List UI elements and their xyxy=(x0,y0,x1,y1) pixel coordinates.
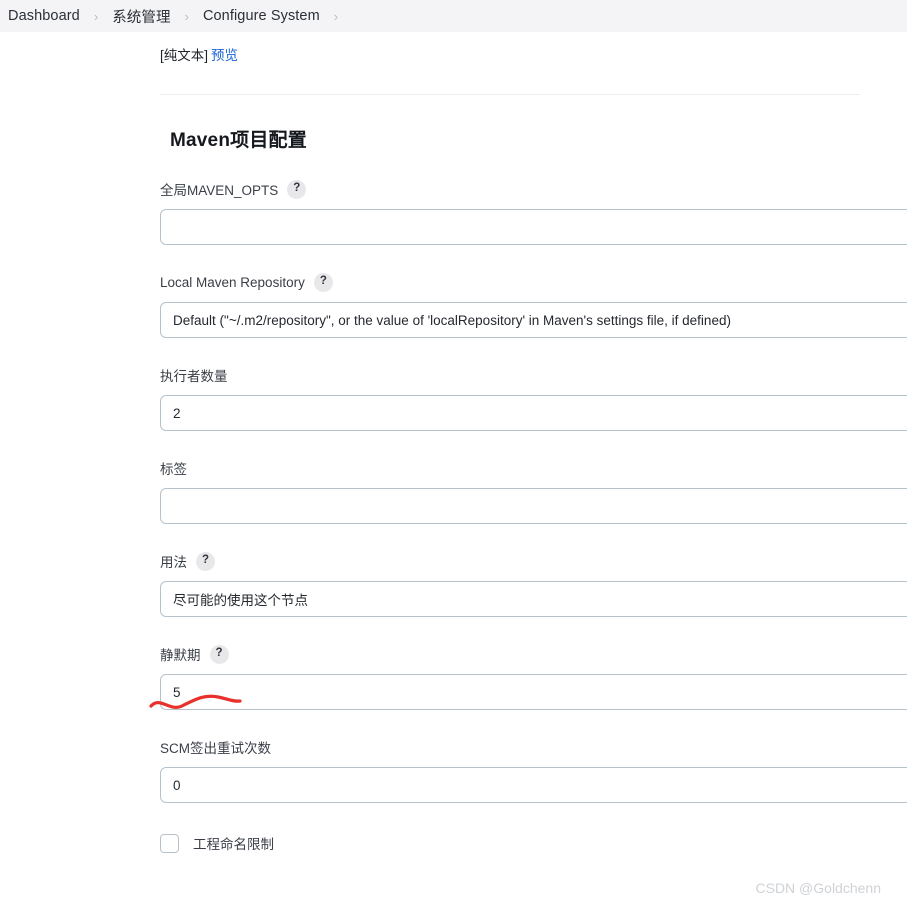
field-label: 全局MAVEN_OPTS ? xyxy=(160,179,907,199)
help-icon[interactable]: ? xyxy=(287,179,307,199)
input-value: 5 xyxy=(173,684,181,700)
breadcrumb-item-system-management[interactable]: 系统管理 xyxy=(112,6,170,27)
field-labels: 标签 xyxy=(160,459,907,524)
plaintext-label: [纯文本] xyxy=(160,48,209,63)
project-naming-strategy-row[interactable]: 工程命名限制 xyxy=(160,833,907,853)
field-label: 执行者数量 xyxy=(160,366,907,384)
chevron-right-icon: › xyxy=(333,8,339,24)
field-usage: 用法 ? 尽可能的使用这个节点 xyxy=(160,551,907,617)
help-icon[interactable]: ? xyxy=(209,644,229,664)
watermark: CSDN @Goldchenn xyxy=(755,880,882,896)
field-label: SCM签出重试次数 xyxy=(160,738,907,756)
field-label-text: 静默期 xyxy=(160,648,201,663)
field-label: 静默期 ? xyxy=(160,644,907,664)
quiet-period-input[interactable]: 5 xyxy=(160,674,907,710)
chevron-right-icon: › xyxy=(93,8,99,24)
breadcrumb-item-configure-system[interactable]: Configure System xyxy=(203,8,320,24)
page-title: Maven项目配置 xyxy=(170,130,307,151)
input-value: 0 xyxy=(173,777,181,793)
field-label: 用法 ? xyxy=(160,551,907,571)
local-maven-repository-select[interactable]: Default ("~/.m2/repository", or the valu… xyxy=(160,302,907,338)
plaintext-preview-row: [纯文本] 预览 xyxy=(160,32,907,64)
help-icon[interactable]: ? xyxy=(196,551,215,571)
usage-select[interactable]: 尽可能的使用这个节点 xyxy=(160,581,907,617)
help-icon[interactable]: ? xyxy=(313,272,333,292)
input-value: 2 xyxy=(173,405,181,421)
field-label-text: 全局MAVEN_OPTS xyxy=(160,183,279,198)
executor-count-input[interactable]: 2 xyxy=(160,395,907,431)
field-label: Local Maven Repository ? xyxy=(160,272,907,292)
field-label: 标签 xyxy=(160,459,907,477)
field-label-text: 用法 xyxy=(160,555,187,570)
preview-link[interactable]: 预览 xyxy=(211,48,238,63)
chevron-right-icon: › xyxy=(184,8,189,24)
field-label-text: 标签 xyxy=(160,462,187,477)
field-executor-count: 执行者数量 2 xyxy=(160,366,907,431)
checkbox-label: 工程命名限制 xyxy=(193,837,274,852)
field-scm-checkout-retry-count: SCM签出重试次数 0 xyxy=(160,738,907,803)
section-divider xyxy=(160,94,860,95)
field-local-maven-repository: Local Maven Repository ? Default ("~/.m2… xyxy=(160,272,907,338)
labels-input[interactable] xyxy=(160,488,907,524)
select-value: 尽可能的使用这个节点 xyxy=(173,593,308,608)
project-naming-strategy-checkbox[interactable] xyxy=(160,833,179,853)
field-quiet-period: 静默期 ? 5 xyxy=(160,644,907,710)
field-label-text: 执行者数量 xyxy=(160,369,228,384)
global-maven-opts-input[interactable] xyxy=(160,209,907,245)
breadcrumb: Dashboard › 系统管理 › Configure System › xyxy=(0,0,907,32)
breadcrumb-item-dashboard[interactable]: Dashboard xyxy=(8,8,80,24)
field-label-text: Local Maven Repository xyxy=(160,274,305,290)
scm-checkout-retry-count-input[interactable]: 0 xyxy=(160,767,907,803)
input-value: Default ("~/.m2/repository", or the valu… xyxy=(173,312,731,328)
field-global-maven-opts: 全局MAVEN_OPTS ? xyxy=(160,179,907,245)
field-label-text: SCM签出重试次数 xyxy=(160,741,271,756)
configure-system-form: [纯文本] 预览 Maven项目配置 全局MAVEN_OPTS ? Local M… xyxy=(0,32,907,853)
